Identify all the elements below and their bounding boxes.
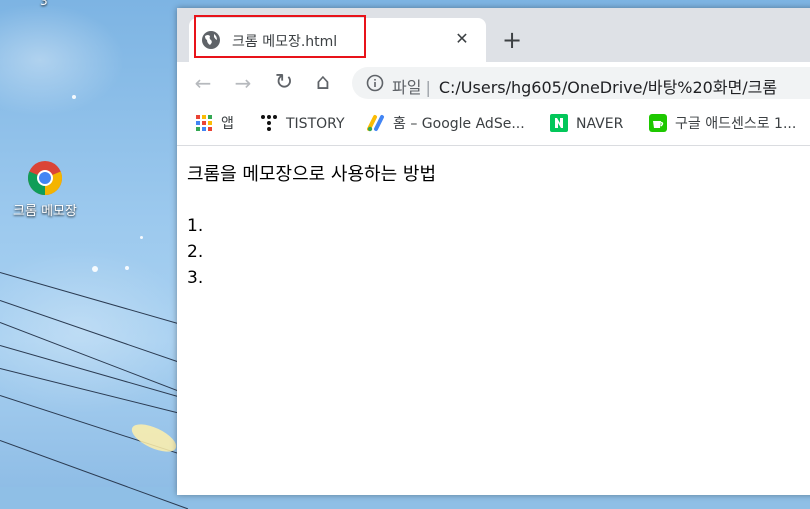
bookmarks-bar: 앱 TISTORY 홈 – Google AdSe... NAVER 구글 애드… — [177, 104, 810, 146]
snow-dot — [125, 266, 129, 270]
desktop-corner-text: 3 — [40, 0, 48, 8]
reload-button[interactable]: ↻ — [271, 70, 297, 96]
address-bar[interactable]: 파일 | C:/Users/hg605/OneDrive/바탕%20화면/크롬 — [352, 67, 810, 99]
bookmark-label: 홈 – Google AdSe... — [393, 116, 525, 132]
kakao-cup-icon — [649, 114, 667, 132]
google-adsense-icon — [367, 115, 384, 132]
tab-close-button[interactable]: ✕ — [451, 28, 473, 50]
power-line — [0, 272, 193, 329]
tab-highlight-box — [194, 15, 366, 58]
tab-strip: 크롬 메모장.html ✕ + — [177, 8, 810, 62]
list-item: 3. — [187, 268, 204, 288]
new-tab-button[interactable]: + — [499, 28, 525, 54]
browser-toolbar: ← → ↻ ⌂ 파일 | C:/Users/hg605/OneDrive/바탕%20… — [177, 62, 810, 104]
back-button[interactable]: ← — [190, 70, 216, 96]
home-button[interactable]: ⌂ — [310, 70, 336, 96]
tistory-icon — [261, 115, 277, 131]
url-path: C:/Users/hg605/OneDrive/바탕%20화면/크롬 — [438, 78, 778, 97]
bookmark-label: 구글 애드센스로 1... — [675, 116, 797, 132]
bookmark-apps[interactable]: 앱 — [195, 113, 234, 135]
bookmark-label: 앱 — [221, 116, 234, 132]
bookmark-adsense-guide[interactable]: 구글 애드센스로 1... — [649, 113, 796, 135]
page-heading: 크롬을 메모장으로 사용하는 방법 — [187, 164, 437, 185]
snow-dot — [92, 266, 98, 272]
list-item: 2. — [187, 242, 204, 262]
apps-grid-icon — [196, 115, 212, 131]
snow-dot — [72, 95, 76, 99]
bookmark-label: TISTORY — [286, 116, 345, 132]
desktop-shortcut-label: 크롬 메모장 — [13, 204, 77, 219]
page-content: 크롬을 메모장으로 사용하는 방법 1. 2. 3. — [177, 146, 810, 495]
bookmark-adsense[interactable]: 홈 – Google AdSe... — [367, 113, 525, 135]
address-text: 파일 | C:/Users/hg605/OneDrive/바탕%20화면/크롬 — [392, 74, 777, 98]
info-icon[interactable] — [366, 74, 384, 92]
bookmark-tistory[interactable]: TISTORY — [260, 113, 345, 135]
bookmark-naver[interactable]: NAVER — [550, 113, 623, 135]
snow-dot — [140, 236, 143, 239]
url-scheme-label: 파일 — [392, 78, 422, 97]
desktop-shortcut-chrome-memo[interactable]: 크롬 메모장 — [2, 160, 88, 219]
naver-icon — [550, 114, 568, 132]
url-separator: | — [425, 78, 431, 97]
browser-window: 크롬 메모장.html ✕ + ← → ↻ ⌂ 파일 | C:/Users/hg60… — [177, 8, 810, 495]
forward-button[interactable]: → — [230, 70, 256, 96]
bookmark-label: NAVER — [576, 116, 624, 132]
list-item: 1. — [187, 216, 204, 236]
chrome-logo-icon — [28, 161, 62, 195]
